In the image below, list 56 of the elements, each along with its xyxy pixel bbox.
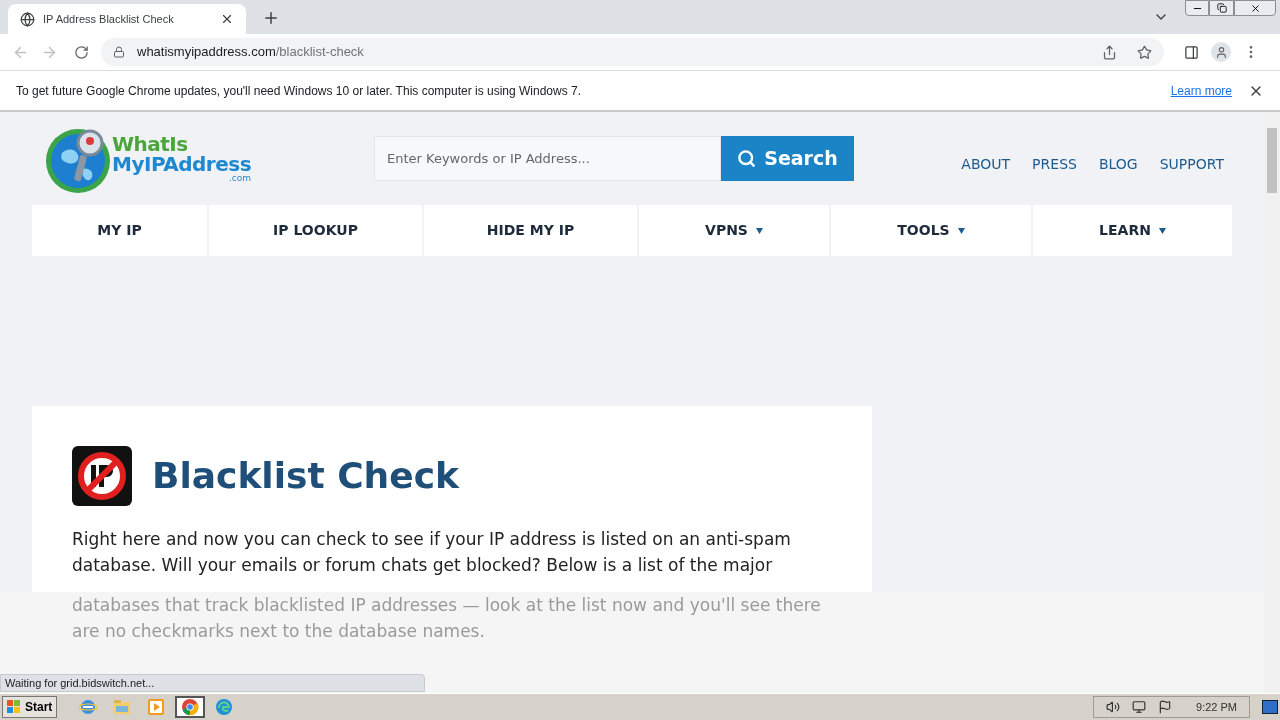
- nav-item[interactable]: HIDE MY IP: [424, 205, 637, 256]
- tab-title: IP Address Blacklist Check: [43, 11, 175, 27]
- search-button[interactable]: Search: [721, 136, 854, 181]
- nav-item[interactable]: IP LOOKUP: [209, 205, 422, 256]
- nav-item[interactable]: LEARN: [1033, 205, 1232, 256]
- url-text: whatismyipaddress.com/blacklist-check: [137, 43, 365, 62]
- caret-icon: [1158, 227, 1166, 234]
- search-icon: [737, 149, 757, 168]
- browser-tab[interactable]: IP Address Blacklist Check: [8, 4, 246, 34]
- show-desktop-button[interactable]: [1262, 700, 1278, 714]
- profile-avatar[interactable]: [1211, 42, 1231, 62]
- caret-icon: [755, 227, 763, 234]
- faded-paragraph: databases that track blacklisted IP addresses — look at the list now and you'll see there are no checkmarks next to the database names.: [72, 594, 822, 643]
- reload-icon[interactable]: [74, 44, 89, 60]
- media-player-icon: [147, 698, 166, 716]
- start-button[interactable]: Start: [2, 696, 58, 718]
- status-bubble: Waiting for grid.bidswitch.net...: [0, 674, 425, 692]
- address-bar[interactable]: whatismyipaddress.com/blacklist-check: [101, 38, 1164, 66]
- restore-button[interactable]: [1209, 0, 1234, 16]
- logo-text: WhatIs: [112, 134, 189, 154]
- globe-icon: [20, 11, 35, 27]
- nav-item[interactable]: VPNS: [639, 205, 829, 256]
- intro-paragraph: Right here and now you can check to see if your IP address is listed on an anti-spam database. Will your emails or forum chats get blocked? Below is a list of the major: [72, 528, 792, 577]
- nav-item[interactable]: MY IP: [32, 205, 207, 256]
- restore-icon: [1216, 3, 1227, 13]
- bookmark-star-icon[interactable]: [1137, 44, 1152, 60]
- browser-e-icon: [79, 698, 98, 716]
- close-tab-icon[interactable]: [220, 12, 234, 26]
- blocked-ip-icon: [72, 446, 132, 506]
- caret-icon: [957, 227, 965, 234]
- top-link[interactable]: SUPPORT: [1159, 154, 1224, 175]
- nav-item[interactable]: TOOLS: [831, 205, 1031, 256]
- top-link[interactable]: BLOG: [1098, 154, 1138, 175]
- windows-logo-icon: [7, 700, 21, 714]
- top-link[interactable]: ABOUT: [961, 154, 1011, 175]
- close-icon: [1249, 2, 1261, 14]
- learn-more-link[interactable]: Learn more: [1170, 81, 1232, 100]
- clock: 9:22 PM: [1196, 699, 1237, 715]
- infobar-message: To get future Google Chrome updates, you'll need Windows 10 or later. This computer is using Windows 7.: [16, 82, 583, 100]
- side-panel-icon[interactable]: [1184, 44, 1199, 60]
- network-icon[interactable]: [1132, 700, 1147, 714]
- search-field[interactable]: Enter Keywords or IP Address...: [374, 136, 721, 181]
- chrome-icon: [181, 698, 200, 716]
- page-title: Blacklist Check: [152, 454, 459, 498]
- edge-icon: [215, 698, 234, 716]
- share-icon[interactable]: [1102, 44, 1117, 60]
- logo-domain: .com: [228, 174, 252, 183]
- volume-icon[interactable]: [1106, 700, 1121, 714]
- taskbar-app[interactable]: [175, 696, 206, 718]
- scrollbar[interactable]: [1264, 112, 1280, 693]
- folder-icon: [113, 699, 132, 715]
- flag-icon[interactable]: [1158, 700, 1173, 714]
- logo-text: MyIPAddress: [112, 154, 252, 174]
- new-tab-icon[interactable]: [262, 9, 280, 27]
- top-link[interactable]: PRESS: [1032, 154, 1077, 175]
- lock-icon: [113, 46, 125, 58]
